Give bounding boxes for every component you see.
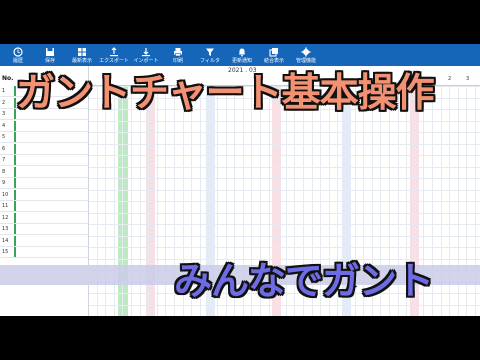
- row-number: 5: [2, 134, 6, 140]
- task-row[interactable]: 10: [0, 189, 88, 201]
- grid-horizontal-line: [88, 178, 480, 179]
- grid-horizontal-line: [88, 247, 480, 248]
- grid-horizontal-line: [88, 305, 480, 306]
- notification-icon: [239, 48, 245, 56]
- task-row[interactable]: 4: [0, 120, 88, 132]
- task-row[interactable]: 6: [0, 143, 88, 155]
- grid-horizontal-line: [88, 167, 480, 168]
- task-row[interactable]: 8: [0, 166, 88, 178]
- row-number: 4: [2, 122, 6, 129]
- row-number: 8: [2, 168, 6, 175]
- row-status-bar: [14, 120, 16, 131]
- row-status-bar: [14, 166, 16, 177]
- task-row[interactable]: 12: [0, 212, 88, 224]
- row-number: 9: [2, 180, 6, 186]
- row-number: 13: [2, 226, 9, 232]
- day-number: 3: [466, 76, 470, 82]
- grid-horizontal-line: [88, 121, 480, 122]
- task-row[interactable]: 7: [0, 155, 88, 166]
- import-icon: [142, 47, 150, 56]
- grid-horizontal-line: [88, 190, 480, 191]
- task-row[interactable]: 11: [0, 201, 88, 212]
- row-number: 14: [2, 237, 9, 244]
- row-status-bar: [14, 224, 16, 234]
- row-status-bar: [14, 201, 16, 211]
- print-icon: [174, 47, 182, 56]
- video-title: ガントチャート基本操作: [16, 71, 435, 116]
- row-number: 1: [2, 88, 6, 94]
- task-row[interactable]: 9: [0, 178, 88, 189]
- merge-view-icon: [269, 47, 278, 57]
- grid-horizontal-line: [88, 144, 480, 145]
- row-status-bar: [14, 132, 16, 142]
- row-number: 11: [2, 203, 9, 209]
- row-number: 15: [2, 249, 9, 255]
- task-row[interactable]: 15: [0, 247, 88, 258]
- grid-horizontal-line: [88, 236, 480, 237]
- task-row[interactable]: 14: [0, 235, 88, 247]
- row-status-bar: [14, 235, 16, 246]
- grid-horizontal-line: [88, 155, 480, 156]
- row-status-bar: [14, 178, 16, 188]
- refresh-icon: [78, 47, 86, 56]
- row-number: 10: [2, 191, 9, 198]
- row-number: 2: [2, 99, 6, 106]
- row-status-bar: [14, 143, 16, 154]
- grid-horizontal-line: [88, 224, 480, 225]
- save-icon: [46, 47, 54, 56]
- filter-icon: [206, 48, 214, 56]
- task-row[interactable]: 13: [0, 224, 88, 235]
- video-subtitle: みんなでガント: [174, 259, 434, 303]
- day-number: 2: [448, 76, 452, 82]
- row-status-bar: [14, 189, 16, 200]
- no-column-header: No.: [2, 75, 14, 82]
- row-number: 6: [2, 145, 6, 152]
- grid-horizontal-line: [88, 201, 480, 202]
- row-status-bar: [14, 247, 16, 257]
- row-number: 3: [2, 111, 6, 117]
- row-number: 12: [2, 214, 9, 221]
- grid-horizontal-line: [88, 132, 480, 133]
- row-status-bar: [14, 212, 16, 223]
- gear-icon: [301, 47, 311, 56]
- grid-horizontal-line: [88, 213, 480, 214]
- history-icon: [13, 46, 23, 57]
- row-number: 7: [2, 157, 6, 163]
- row-status-bar: [14, 155, 16, 165]
- task-row[interactable]: 5: [0, 132, 88, 143]
- export-icon: [110, 46, 118, 56]
